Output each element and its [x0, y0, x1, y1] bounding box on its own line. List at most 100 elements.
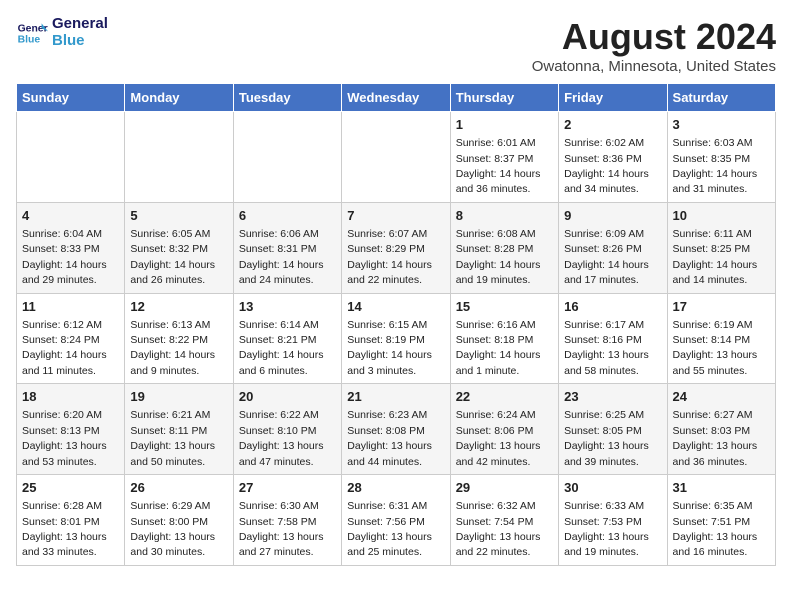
day-number: 4	[22, 207, 119, 225]
calendar-cell: 22Sunrise: 6:24 AM Sunset: 8:06 PM Dayli…	[450, 384, 558, 475]
calendar-cell: 18Sunrise: 6:20 AM Sunset: 8:13 PM Dayli…	[17, 384, 125, 475]
day-number: 16	[564, 298, 661, 316]
day-info: Sunrise: 6:27 AM Sunset: 8:03 PM Dayligh…	[673, 409, 758, 467]
day-info: Sunrise: 6:19 AM Sunset: 8:14 PM Dayligh…	[673, 319, 758, 377]
day-number: 9	[564, 207, 661, 225]
day-header-row: SundayMondayTuesdayWednesdayThursdayFrid…	[17, 84, 776, 112]
calendar-cell: 4 Sunrise: 6:04 AM Sunset: 8:33 PM Daylig…	[17, 202, 125, 293]
day-number: 20	[239, 388, 336, 406]
calendar-cell: 13 Sunrise: 6:14 AM Sunset: 8:21 PM Dayli…	[233, 293, 341, 384]
calendar-cell: 9 Sunrise: 6:09 AM Sunset: 8:26 PM Daylig…	[559, 202, 667, 293]
day-number: 15	[456, 298, 553, 316]
calendar-table: SundayMondayTuesdayWednesdayThursdayFrid…	[16, 83, 776, 566]
day-info: Sunrise: 6:32 AM Sunset: 7:54 PM Dayligh…	[456, 500, 541, 558]
day-info: Sunrise: 6:35 AM Sunset: 7:51 PM Dayligh…	[673, 500, 758, 558]
calendar-cell: 24 Sunrise: 6:27 AM Sunset: 8:03 PM Dayli…	[667, 384, 775, 475]
day-number: 24	[673, 388, 770, 406]
day-header-tuesday: Tuesday	[233, 84, 341, 112]
calendar-cell: 25Sunrise: 6:28 AM Sunset: 8:01 PM Dayli…	[17, 475, 125, 566]
calendar-cell: 10Sunrise: 6:11 AM Sunset: 8:25 PM Dayli…	[667, 202, 775, 293]
calendar-cell: 30 Sunrise: 6:33 AM Sunset: 7:53 PM Dayli…	[559, 475, 667, 566]
day-header-saturday: Saturday	[667, 84, 775, 112]
day-info: Sunrise: 6:14 AM Sunset: 8:21 PM Dayligh…	[239, 319, 324, 377]
svg-text:Blue: Blue	[18, 34, 41, 45]
title-area: August 2024 Owatonna, Minnesota, United …	[532, 16, 776, 75]
calendar-cell: 5 Sunrise: 6:05 AM Sunset: 8:32 PM Daylig…	[125, 202, 233, 293]
week-row-4: 18Sunrise: 6:20 AM Sunset: 8:13 PM Dayli…	[17, 384, 776, 475]
day-number: 8	[456, 207, 553, 225]
calendar-cell: 27 Sunrise: 6:30 AM Sunset: 7:58 PM Dayli…	[233, 475, 341, 566]
calendar-cell: 28 Sunrise: 6:31 AM Sunset: 7:56 PM Dayli…	[342, 475, 450, 566]
week-row-2: 4 Sunrise: 6:04 AM Sunset: 8:33 PM Daylig…	[17, 202, 776, 293]
day-header-wednesday: Wednesday	[342, 84, 450, 112]
day-info: Sunrise: 6:12 AM Sunset: 8:24 PM Dayligh…	[22, 319, 107, 377]
header: General Blue General Blue August 2024 Ow…	[16, 16, 776, 75]
day-number: 13	[239, 298, 336, 316]
day-info: Sunrise: 6:03 AM Sunset: 8:35 PM Dayligh…	[673, 137, 758, 195]
day-info: Sunrise: 6:04 AM Sunset: 8:33 PM Dayligh…	[22, 228, 107, 286]
week-row-1: 1Sunrise: 6:01 AM Sunset: 8:37 PM Daylig…	[17, 112, 776, 203]
day-number: 12	[130, 298, 227, 316]
day-info: Sunrise: 6:31 AM Sunset: 7:56 PM Dayligh…	[347, 500, 432, 558]
calendar-cell: 15 Sunrise: 6:16 AM Sunset: 8:18 PM Dayli…	[450, 293, 558, 384]
subtitle: Owatonna, Minnesota, United States	[532, 58, 776, 75]
day-info: Sunrise: 6:07 AM Sunset: 8:29 PM Dayligh…	[347, 228, 432, 286]
day-info: Sunrise: 6:22 AM Sunset: 8:10 PM Dayligh…	[239, 409, 324, 467]
logo-general: General	[52, 16, 108, 33]
calendar-cell: 3Sunrise: 6:03 AM Sunset: 8:35 PM Daylig…	[667, 112, 775, 203]
calendar-cell: 21 Sunrise: 6:23 AM Sunset: 8:08 PM Dayli…	[342, 384, 450, 475]
calendar-cell: 7Sunrise: 6:07 AM Sunset: 8:29 PM Daylig…	[342, 202, 450, 293]
calendar-cell: 19Sunrise: 6:21 AM Sunset: 8:11 PM Dayli…	[125, 384, 233, 475]
calendar-cell: 11 Sunrise: 6:12 AM Sunset: 8:24 PM Dayli…	[17, 293, 125, 384]
day-info: Sunrise: 6:20 AM Sunset: 8:13 PM Dayligh…	[22, 409, 107, 467]
logo: General Blue General Blue	[16, 16, 108, 49]
day-number: 17	[673, 298, 770, 316]
logo-blue: Blue	[52, 33, 108, 50]
calendar-cell: 26 Sunrise: 6:29 AM Sunset: 8:00 PM Dayli…	[125, 475, 233, 566]
calendar-cell	[125, 112, 233, 203]
day-info: Sunrise: 6:30 AM Sunset: 7:58 PM Dayligh…	[239, 500, 324, 558]
day-info: Sunrise: 6:06 AM Sunset: 8:31 PM Dayligh…	[239, 228, 324, 286]
logo-icon: General Blue	[16, 17, 48, 49]
day-info: Sunrise: 6:23 AM Sunset: 8:08 PM Dayligh…	[347, 409, 432, 467]
day-info: Sunrise: 6:08 AM Sunset: 8:28 PM Dayligh…	[456, 228, 541, 286]
day-info: Sunrise: 6:29 AM Sunset: 8:00 PM Dayligh…	[130, 500, 215, 558]
day-number: 11	[22, 298, 119, 316]
calendar-cell: 31Sunrise: 6:35 AM Sunset: 7:51 PM Dayli…	[667, 475, 775, 566]
week-row-5: 25Sunrise: 6:28 AM Sunset: 8:01 PM Dayli…	[17, 475, 776, 566]
calendar-cell: 14Sunrise: 6:15 AM Sunset: 8:19 PM Dayli…	[342, 293, 450, 384]
calendar-cell: 12Sunrise: 6:13 AM Sunset: 8:22 PM Dayli…	[125, 293, 233, 384]
calendar-cell: 20 Sunrise: 6:22 AM Sunset: 8:10 PM Dayli…	[233, 384, 341, 475]
calendar-cell	[342, 112, 450, 203]
day-number: 29	[456, 479, 553, 497]
day-number: 28	[347, 479, 444, 497]
calendar-cell: 17 Sunrise: 6:19 AM Sunset: 8:14 PM Dayli…	[667, 293, 775, 384]
calendar-cell: 29 Sunrise: 6:32 AM Sunset: 7:54 PM Dayli…	[450, 475, 558, 566]
day-number: 21	[347, 388, 444, 406]
day-header-thursday: Thursday	[450, 84, 558, 112]
day-number: 23	[564, 388, 661, 406]
calendar-cell: 6 Sunrise: 6:06 AM Sunset: 8:31 PM Daylig…	[233, 202, 341, 293]
main-title: August 2024	[532, 16, 776, 58]
day-number: 26	[130, 479, 227, 497]
day-info: Sunrise: 6:16 AM Sunset: 8:18 PM Dayligh…	[456, 319, 541, 377]
day-number: 5	[130, 207, 227, 225]
day-info: Sunrise: 6:25 AM Sunset: 8:05 PM Dayligh…	[564, 409, 649, 467]
day-number: 30	[564, 479, 661, 497]
day-number: 1	[456, 116, 553, 134]
day-info: Sunrise: 6:05 AM Sunset: 8:32 PM Dayligh…	[130, 228, 215, 286]
day-number: 22	[456, 388, 553, 406]
day-number: 10	[673, 207, 770, 225]
day-number: 6	[239, 207, 336, 225]
calendar-cell	[17, 112, 125, 203]
calendar-cell: 8 Sunrise: 6:08 AM Sunset: 8:28 PM Daylig…	[450, 202, 558, 293]
day-info: Sunrise: 6:33 AM Sunset: 7:53 PM Dayligh…	[564, 500, 649, 558]
day-info: Sunrise: 6:09 AM Sunset: 8:26 PM Dayligh…	[564, 228, 649, 286]
day-number: 27	[239, 479, 336, 497]
day-header-friday: Friday	[559, 84, 667, 112]
day-info: Sunrise: 6:28 AM Sunset: 8:01 PM Dayligh…	[22, 500, 107, 558]
calendar-cell: 23 Sunrise: 6:25 AM Sunset: 8:05 PM Dayli…	[559, 384, 667, 475]
day-info: Sunrise: 6:02 AM Sunset: 8:36 PM Dayligh…	[564, 137, 649, 195]
calendar-cell: 2Sunrise: 6:02 AM Sunset: 8:36 PM Daylig…	[559, 112, 667, 203]
calendar-cell	[233, 112, 341, 203]
